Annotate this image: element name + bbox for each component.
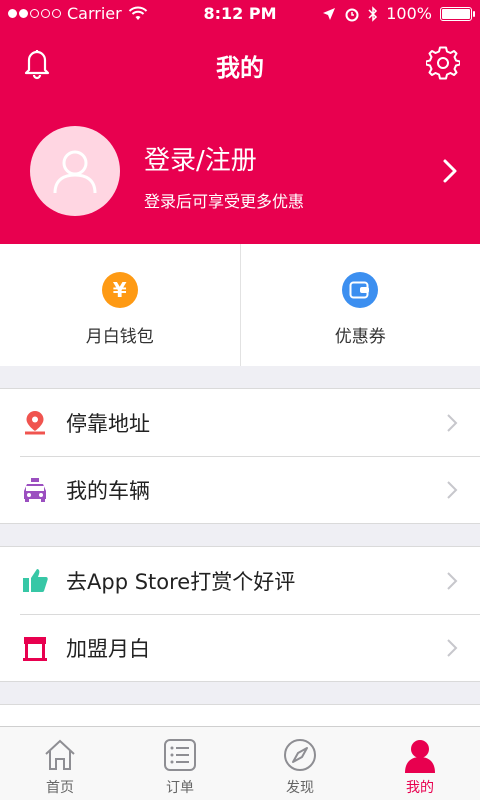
battery-icon [440,6,475,21]
menu-item-label: 去App Store打赏个好评 [66,569,296,594]
chevron-right-icon [447,481,458,499]
tab-label: 发现 [286,780,314,796]
profile-header[interactable]: 登录/注册 登录后可享受更多优惠 [0,96,480,244]
avatar[interactable] [30,126,120,216]
gear-icon[interactable] [426,46,460,80]
page-title: 我的 [216,54,264,82]
menu-item-join[interactable]: 加盟月白 [0,614,480,681]
tab-me[interactable]: 我的 [360,727,480,800]
chevron-right-icon [447,414,458,432]
menu-item-parking-address[interactable]: 停靠地址 [0,389,480,456]
coupon-label: 优惠券 [334,327,386,347]
location-pin-icon [20,408,50,438]
user-silhouette-icon [53,150,97,194]
wallet-label: 月白钱包 [85,327,154,347]
menu-item-my-vehicle[interactable]: 我的车辆 [0,456,480,523]
status-bar: Carrier 8:12 PM 100% [0,0,480,30]
menu-item-rate-app[interactable]: 去App Store打赏个好评 [0,547,480,614]
chevron-right-icon [447,639,458,657]
login-benefit-text: 登录后可享受更多优惠 [144,192,305,211]
tab-home[interactable]: 首页 [0,727,120,800]
store-icon [20,633,50,663]
list-icon [164,739,196,771]
tab-bar: 首页 订单 发现 我的 [0,726,480,800]
wallet-icon [342,272,379,308]
person-icon [405,740,435,773]
menu-item-label: 停靠地址 [66,411,150,436]
tab-label: 我的 [406,780,434,796]
menu-item-label: 加盟月白 [66,636,150,661]
home-icon [45,739,75,770]
status-right: 100% [322,4,475,23]
nav-bar: 我的 [0,30,480,96]
login-register-link[interactable]: 登录/注册 [144,140,257,177]
location-arrow-icon [323,7,336,20]
chevron-right-icon[interactable] [442,158,458,184]
menu-item-label: 我的车辆 [66,478,150,503]
coupon-item[interactable]: 优惠券 [239,244,480,366]
battery-percent: 100% [386,4,432,23]
bluetooth-icon [368,5,378,22]
tab-label: 首页 [46,780,74,796]
tab-discover[interactable]: 发现 [240,727,360,800]
wallet-section: ¥ 月白钱包 优惠券 [0,244,480,366]
menu-group-misc: 去App Store打赏个好评 加盟月白 [0,546,480,682]
menu-group-partial [0,704,480,728]
compass-icon [284,739,316,771]
chevron-right-icon [447,572,458,590]
wallet-item[interactable]: ¥ 月白钱包 [0,244,240,366]
tab-orders[interactable]: 订单 [120,727,240,800]
thumbs-up-icon [20,566,50,596]
menu-group-vehicle: 停靠地址 我的车辆 [0,388,480,524]
alarm-clock-icon [345,8,359,21]
tab-label: 订单 [166,780,194,796]
yen-icon: ¥ [101,272,138,308]
car-icon [20,475,50,505]
